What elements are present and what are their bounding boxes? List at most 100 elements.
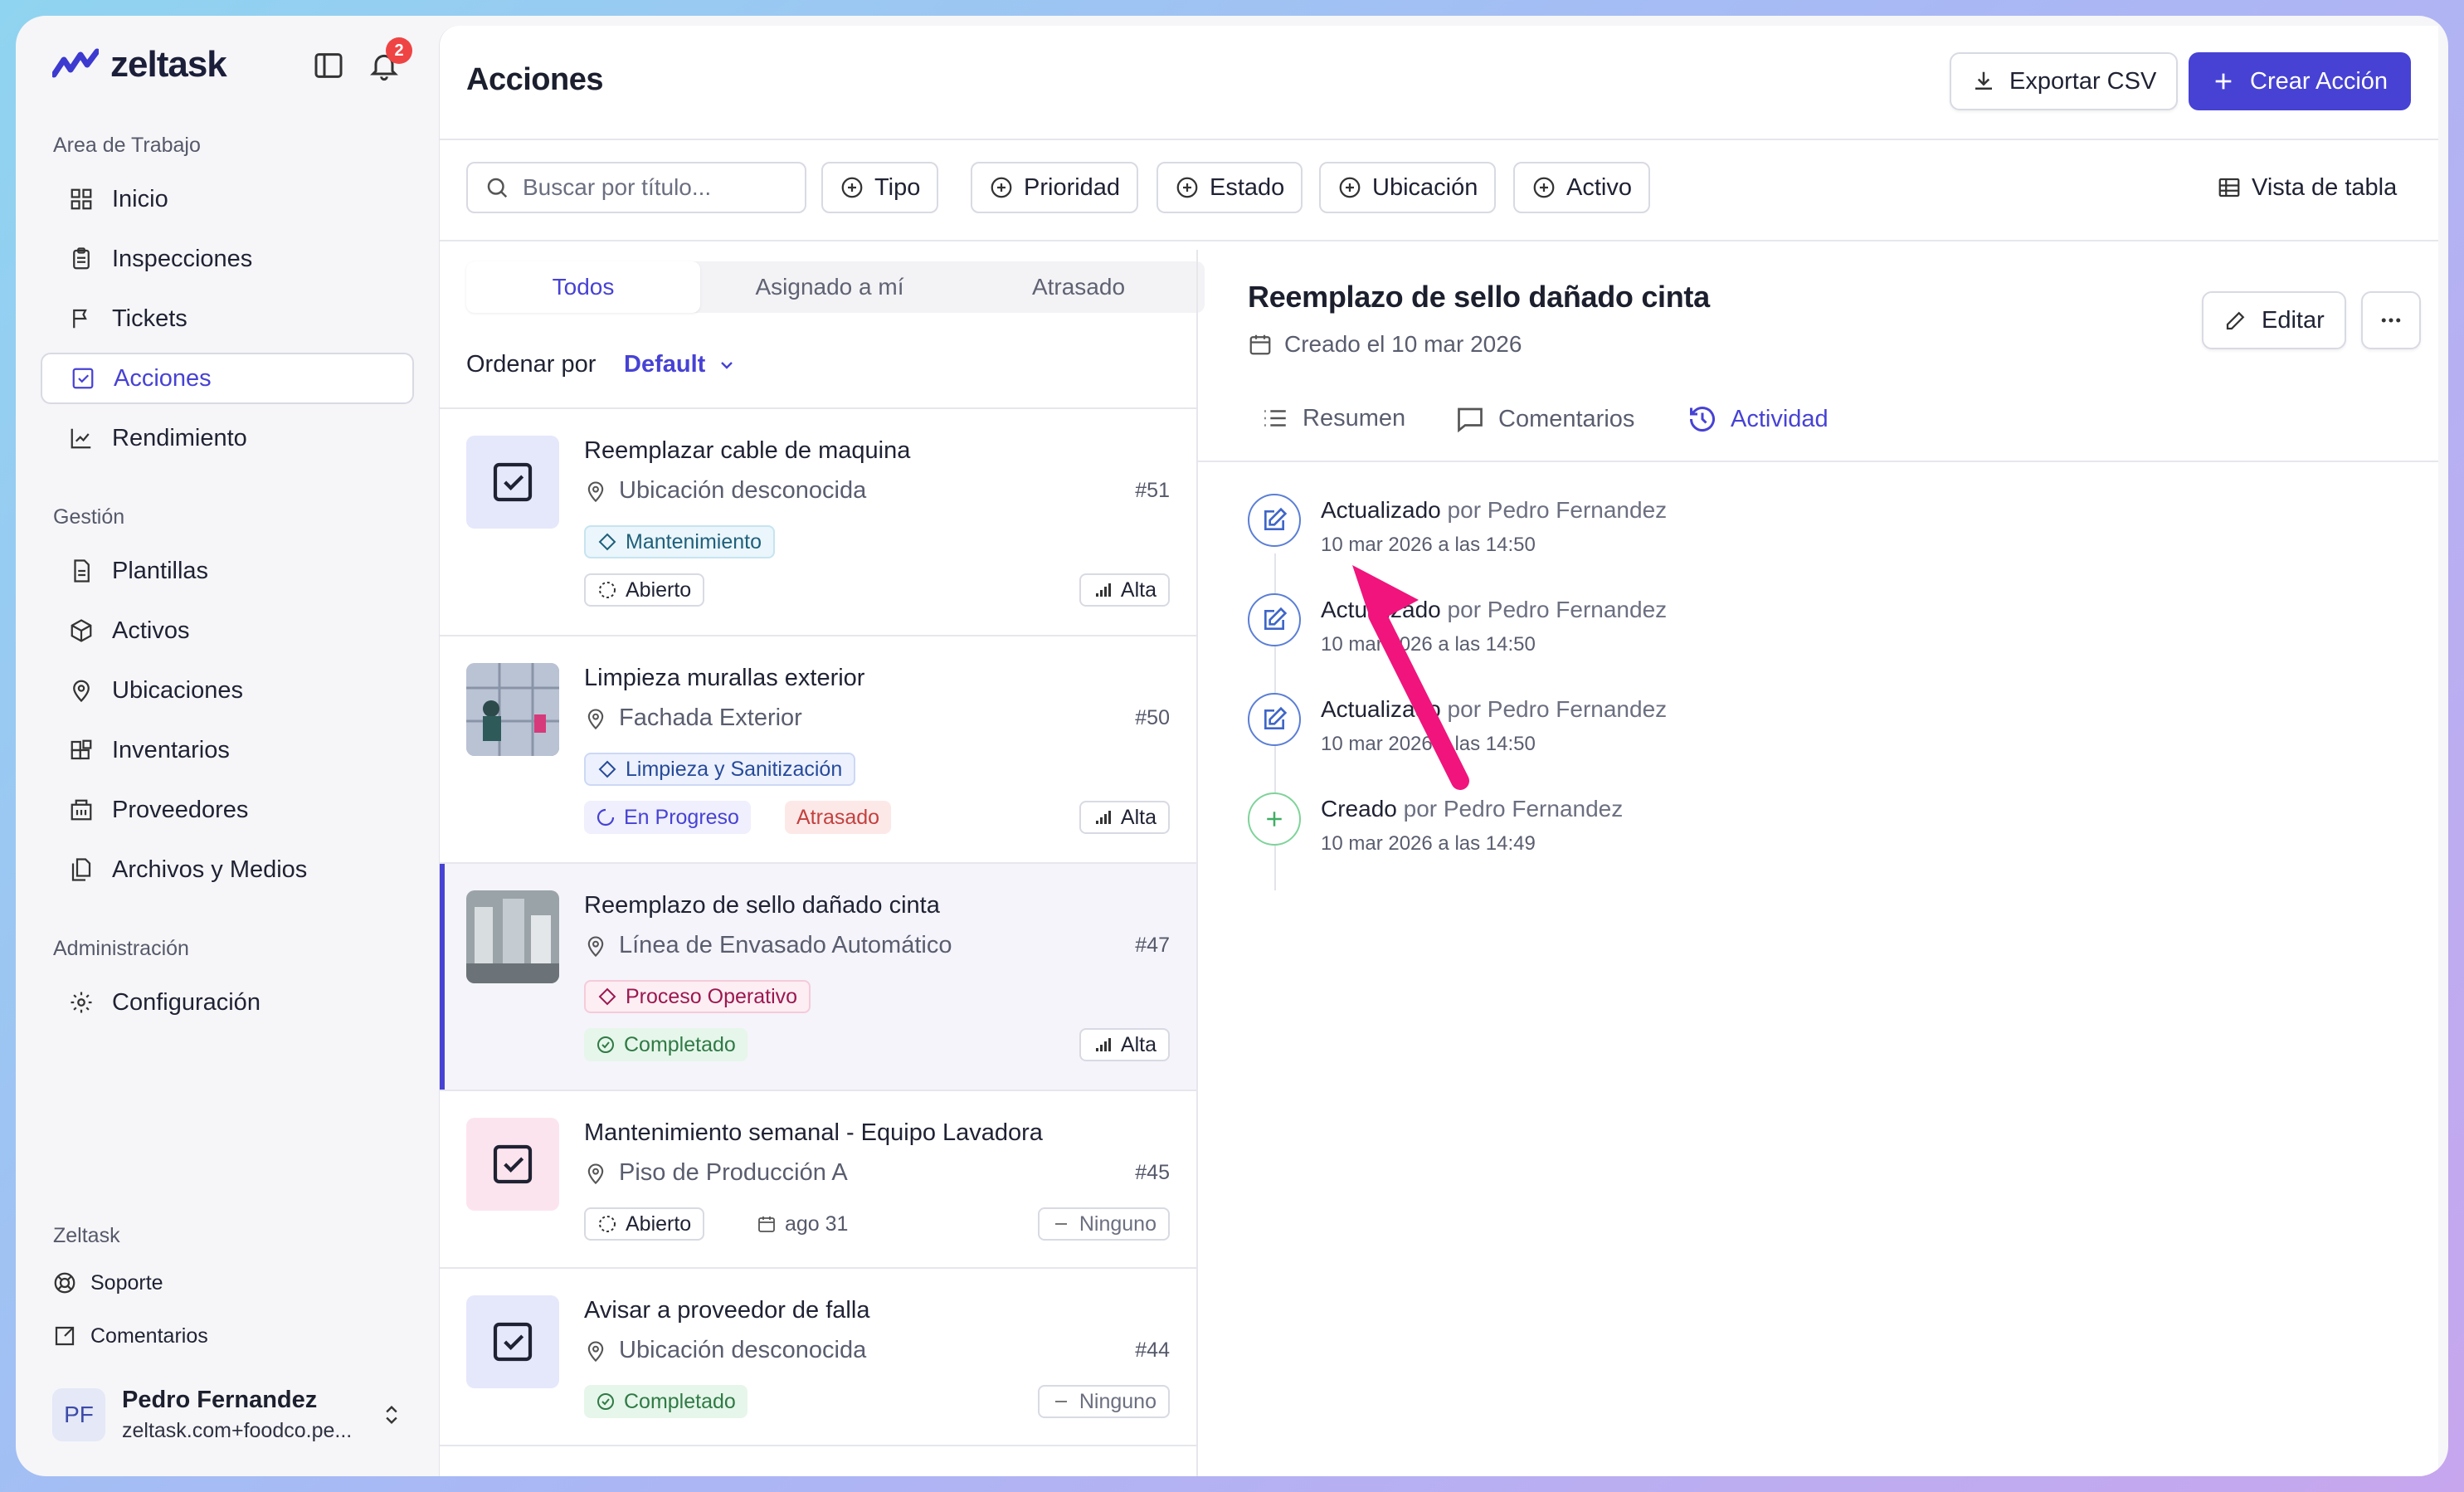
sort-select[interactable]: Default [624,351,737,378]
activity-text: Actualizado por Pedro Fernandez [1321,497,1667,524]
priority-label: Alta [1120,578,1157,602]
action-card-selected[interactable]: Reemplazo de sello dañado cinta Línea de… [440,864,1196,1090]
filter-chip-estado[interactable]: Estado [1157,162,1303,213]
status-badge: Abierto [584,1207,705,1241]
filter-chip-tipo[interactable]: Tipo [821,162,939,213]
priority-badge: Alta [1079,801,1170,834]
more-horizontal-icon [2381,318,2401,323]
box-icon [71,619,92,642]
sidebar-item-archivos[interactable]: Archivos y Medios [41,844,414,895]
check-circle-icon [597,1036,614,1053]
tab-actividad[interactable]: Actividad [1687,404,1829,434]
export-label: Exportar CSV [2009,67,2157,95]
circle-dashed-icon [599,1216,616,1232]
brand-name: zeltask [110,44,227,85]
filter-chip-activo[interactable]: Activo [1513,162,1650,213]
tab-atrasado[interactable]: Atrasado [954,261,1203,313]
check-square-icon [493,1322,533,1362]
sidebar-toggle-icon[interactable] [312,49,345,82]
create-action-button[interactable]: Crear Acción [2189,52,2412,110]
table-view-button[interactable]: Vista de tabla [2199,162,2415,213]
feedback-link[interactable]: Comentarios [52,1324,208,1348]
divider [440,240,2438,241]
card-location: Ubicación desconocida [584,1337,866,1364]
feedback-label: Comentarios [90,1324,208,1348]
location-text: Fachada Exterior [619,705,802,731]
sidebar-item-inspecciones[interactable]: Inspecciones [41,233,414,285]
sort-value: Default [624,351,706,378]
signal-bars-icon [1095,1038,1111,1051]
tag-icon [598,760,616,778]
photo-wall-cleaning [466,663,559,756]
edit-button[interactable]: Editar [2202,291,2346,349]
status-label: Abierto [626,1212,692,1236]
action-card[interactable]: Mantenimiento semanal - Equipo Lavadora … [440,1091,1196,1267]
export-csv-button[interactable]: Exportar CSV [1950,52,2179,110]
sidebar-item-ubicaciones[interactable]: Ubicaciones [41,665,414,716]
edit-label: Editar [2262,306,2325,334]
section-label-gestion: Gestión [53,505,125,529]
edit-square-icon [1264,706,1288,729]
search-input[interactable]: Buscar por título... [466,162,806,213]
action-card[interactable]: Avisar a proveedor de falla Ubicación de… [440,1269,1196,1445]
plus-circle-icon [1339,177,1361,198]
more-options-button[interactable] [2361,291,2421,349]
plus-circle-icon [991,177,1012,198]
status-label: Completado [624,1389,736,1413]
sidebar-item-label: Inspecciones [112,245,253,272]
sidebar-item-plantillas[interactable]: Plantillas [41,545,414,597]
action-photo [466,890,559,983]
dash-icon [1054,1401,1067,1402]
map-pin-icon [587,481,604,502]
calendar-icon [1249,334,1271,355]
tab-todos[interactable]: Todos [466,261,700,313]
tab-asignado[interactable]: Asignado a mí [705,261,954,313]
activity-action: Creado [1321,796,1397,822]
signal-bars-icon [1095,583,1111,597]
user-menu[interactable]: PF Pedro Fernandez zeltask.com+foodco.pe… [52,1387,403,1443]
chip-label: Ubicación [1372,173,1478,201]
sidebar-item-activos[interactable]: Activos [41,605,414,656]
sidebar-item-rendimiento[interactable]: Rendimiento [41,412,414,464]
filter-chip-prioridad[interactable]: Prioridad [971,162,1139,213]
card-location: Piso de Producción A [584,1159,848,1187]
sidebar-item-inventarios[interactable]: Inventarios [41,724,414,776]
card-number: #45 [1135,1161,1170,1184]
sidebar-item-acciones[interactable]: Acciones [41,353,414,404]
sidebar-item-label: Ubicaciones [112,676,243,704]
chip-label: Estado [1210,173,1285,201]
priority-badge: Alta [1079,573,1170,607]
activity-date: 10 mar 2026 a las 14:49 [1321,832,1536,855]
sidebar-item-inicio[interactable]: Inicio [41,173,414,225]
sidebar-item-configuracion[interactable]: Configuración [41,977,414,1028]
section-label-zeltask: Zeltask [53,1224,120,1247]
priority-label: Alta [1120,805,1157,829]
chip-label: Prioridad [1024,173,1121,201]
action-thumbnail [466,436,559,529]
column-divider [1196,250,1198,1476]
sidebar-item-tickets[interactable]: Tickets [41,293,414,344]
status-badge: Completado [584,1028,747,1061]
activity-by: por Pedro Fernandez [1403,796,1624,822]
tab-label: Actividad [1731,405,1829,432]
loader-icon [597,808,615,826]
priority-badge: Ninguno [1037,1385,1170,1418]
brand-logo[interactable]: zeltask [52,44,227,85]
tag-label: Mantenimiento [626,529,762,553]
filter-chip-ubicacion[interactable]: Ubicación [1319,162,1497,213]
sidebar-item-proveedores[interactable]: Proveedores [41,784,414,836]
detail-created: Creado el 10 mar 2026 [1248,331,1522,358]
action-card[interactable]: Reemplazar cable de maquina Ubicación de… [440,409,1196,635]
tab-resumen[interactable]: Resumen [1261,404,1405,432]
card-title: Mantenimiento semanal - Equipo Lavadora [584,1119,1043,1146]
due-date: ago 31 [745,1207,859,1241]
support-link[interactable]: Soporte [52,1270,163,1295]
sort-label: Ordenar por [466,351,597,378]
status-label: Completado [624,1032,736,1056]
sidebar-item-label: Inicio [112,185,168,212]
check-square-icon [493,462,533,502]
action-card[interactable]: Limpieza murallas exterior Fachada Exter… [440,636,1196,862]
overdue-badge: Atrasado [785,801,892,834]
tab-comentarios[interactable]: Comentarios [1455,404,1634,434]
divider [1198,461,2438,462]
